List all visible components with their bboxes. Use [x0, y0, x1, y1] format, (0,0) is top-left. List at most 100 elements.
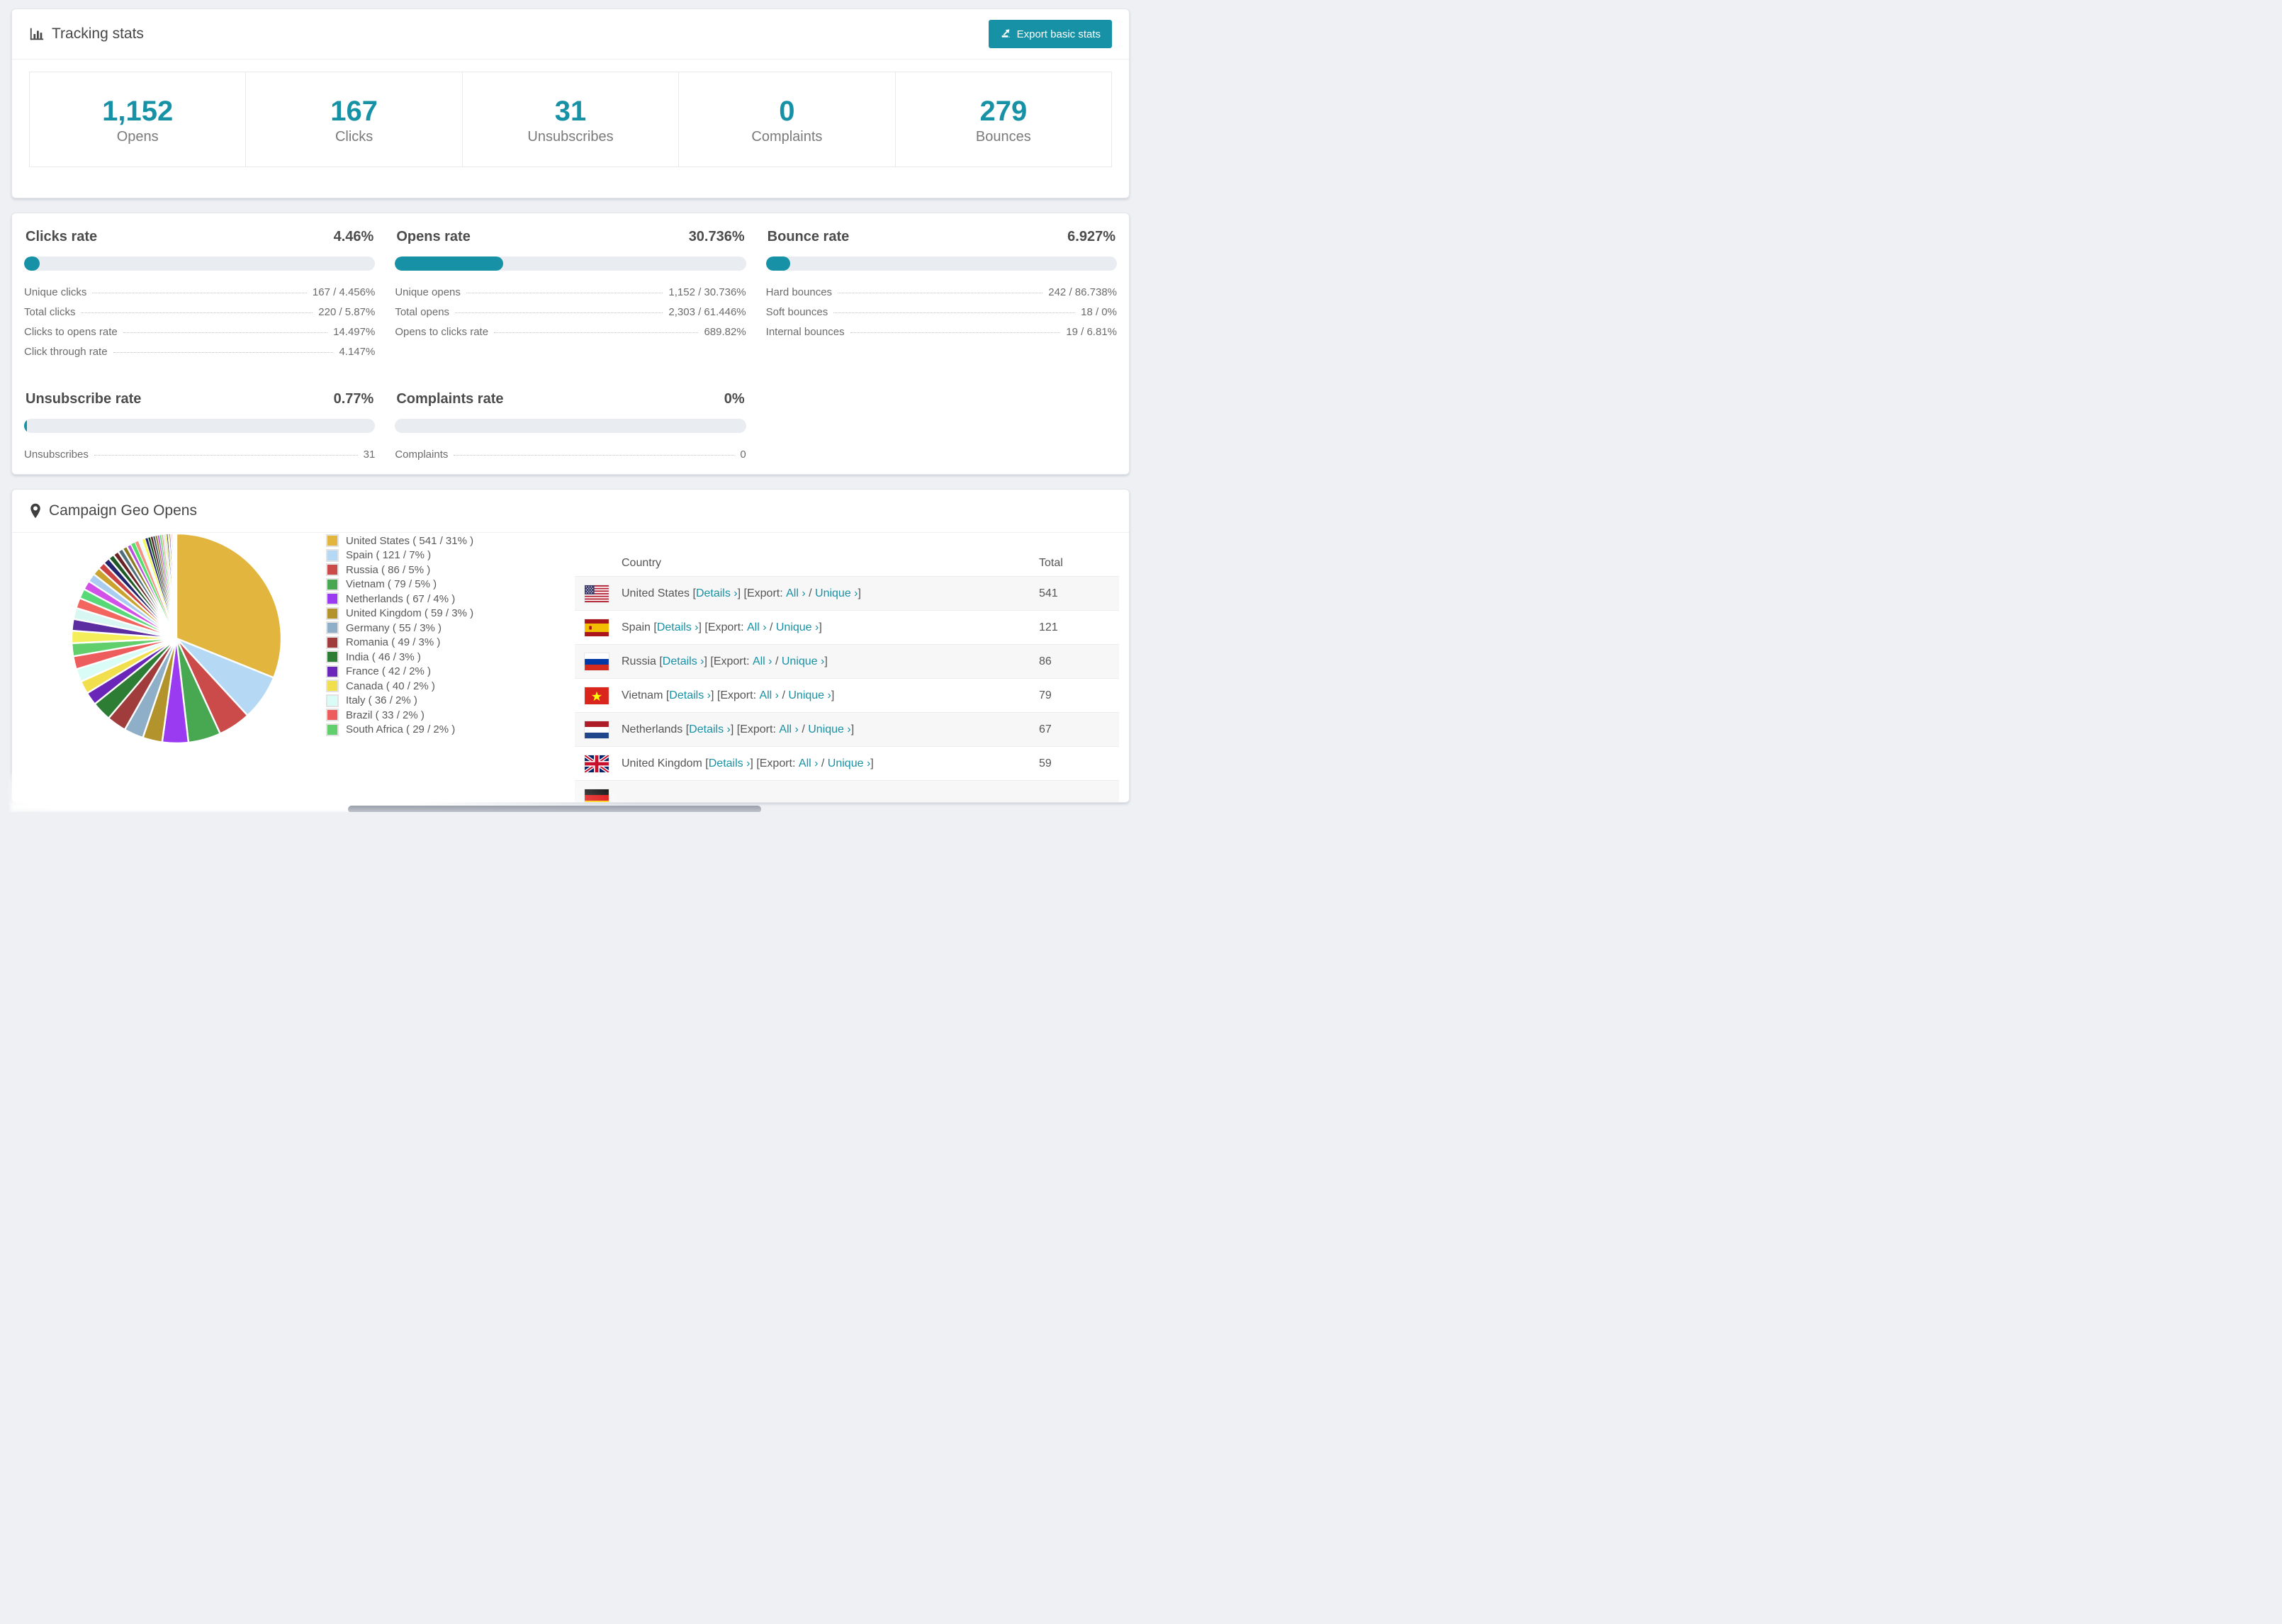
export-unique-link-vietnam[interactable]: Unique › [788, 689, 831, 702]
rate-row-label-clicks-to-opens-rate: Clicks to opens rate [24, 326, 118, 338]
geo-content: United States ( 541 / 31% ) Spain ( 121 /… [12, 532, 1129, 802]
stat-card-unsubscribes: 31 Unsubscribes [462, 72, 680, 167]
bracket-close: ] [831, 689, 835, 701]
export-unique-link-united-states[interactable]: Unique › [815, 587, 858, 600]
bracket-open: [ [702, 757, 709, 769]
rate-row-total-clicks: Total clicks 220 / 5.87% [24, 306, 375, 326]
export-unique-link-russia[interactable]: Unique › [782, 655, 824, 668]
export-all-link-united-states[interactable]: All › [786, 587, 806, 600]
details-link-netherlands[interactable]: Details › [689, 723, 731, 736]
rate-row-value-total-clicks: 220 / 5.87% [318, 306, 376, 318]
rate-row-label-internal-bounces: Internal bounces [765, 326, 845, 338]
stat-card-opens: 1,152 Opens [30, 72, 247, 167]
dotted-leader [494, 332, 699, 333]
flag-icon-us [585, 585, 609, 602]
export-unique-link-netherlands[interactable]: Unique › [808, 723, 850, 736]
bracket-close: ] [824, 655, 828, 667]
export-basic-stats-button[interactable]: Export basic stats [988, 20, 1112, 48]
export-basic-stats-label: Export basic stats [1016, 28, 1101, 40]
export-all-link-vietnam[interactable]: All › [759, 689, 779, 702]
stat-card-clicks: 167 Clicks [246, 72, 463, 167]
progress-fill-opens-rate [395, 256, 503, 271]
rate-row-label-total-opens: Total opens [395, 306, 450, 318]
rate-row-label-opens-to-clicks-rate: Opens to clicks rate [395, 326, 489, 338]
legend-item-united-states: United States ( 541 / 31% ) [326, 534, 473, 548]
progress-track-bounce-rate [765, 256, 1117, 271]
link-separator: / [805, 587, 816, 599]
export-all-link-spain[interactable]: All › [747, 621, 767, 634]
details-link-united-states[interactable]: Details › [696, 587, 738, 600]
bracket-close: ] [858, 587, 861, 599]
rate-row-value-unique-opens: 1,152 / 30.736% [668, 286, 746, 298]
rate-row-value-total-opens: 2,303 / 61.446% [668, 306, 746, 318]
rate-row-unique-opens: Unique opens 1,152 / 30.736% [395, 286, 746, 306]
table-row-netherlands: Netherlands [Details ›] [Export: All › /… [575, 712, 1119, 746]
geo-pie-chart [70, 532, 283, 745]
stat-value-unsubscribes: 31 [554, 96, 587, 127]
rate-rows-opens-rate: Unique opens 1,152 / 30.736% Total opens 2,… [395, 286, 746, 346]
legend-label-united-states: United States ( 541 / 31% ) [346, 534, 474, 547]
dotted-leader [123, 332, 328, 333]
export-prefix: ] [Export: [730, 723, 780, 735]
legend-item-spain: Spain ( 121 / 7% ) [326, 548, 473, 563]
export-prefix: ] [Export: [750, 757, 799, 769]
dotted-leader [113, 352, 334, 353]
horizontal-scrollbar-thumb[interactable] [348, 806, 761, 812]
rate-title-clicks-rate: Clicks rate [26, 229, 98, 244]
legend-item-russia: Russia ( 86 / 5% ) [326, 563, 473, 577]
legend-swatch-united-states [326, 534, 339, 548]
legend-label-brazil: Brazil ( 33 / 2% ) [346, 709, 425, 721]
tracking-stats-title: Tracking stats [29, 26, 144, 43]
bar-chart-icon [29, 26, 45, 42]
export-unique-link-united-kingdom[interactable]: Unique › [828, 757, 870, 770]
details-link-spain[interactable]: Details › [657, 621, 699, 634]
export-icon [1000, 27, 1011, 41]
legend-label-canada: Canada ( 40 / 2% ) [346, 680, 435, 692]
export-all-link-united-kingdom[interactable]: All › [799, 757, 819, 770]
dashboard-page: Tracking stats Export basic stats 1,152 O… [0, 0, 1141, 812]
geo-table-header: Country Total [575, 550, 1119, 576]
legend-label-germany: Germany ( 55 / 3% ) [346, 621, 442, 634]
total-value-united-kingdom: 59 [1039, 757, 1052, 769]
export-unique-link-spain[interactable]: Unique › [776, 621, 819, 634]
rate-row-value-hard-bounces: 242 / 86.738% [1048, 286, 1117, 298]
rate-block-unsubscribe-rate: Unsubscribe rate 0.77% Unsubscribes 31 [24, 391, 376, 468]
legend-swatch-vietnam [326, 577, 339, 591]
dotted-leader [454, 455, 735, 456]
header-divider [12, 59, 1129, 60]
rate-row-unsubscribes: Unsubscribes 31 [24, 449, 375, 468]
rate-value-bounce-rate: 6.927% [1067, 229, 1115, 244]
details-link-united-kingdom[interactable]: Details › [709, 757, 751, 770]
rate-block-opens-rate: Opens rate 30.736% Unique opens 1,152 / 30.… [395, 229, 746, 366]
export-all-link-russia[interactable]: All › [753, 655, 772, 668]
geo-table-rows: United States [Details ›] [Export: All ›… [575, 576, 1119, 802]
stat-label-clicks: Clicks [335, 129, 373, 145]
legend-item-india: India ( 46 / 3% ) [326, 650, 473, 665]
country-name: United States [622, 587, 690, 599]
total-value-united-states: 541 [1039, 587, 1058, 599]
bracket-open: [ [656, 655, 663, 667]
export-all-link-netherlands[interactable]: All › [779, 723, 799, 736]
details-link-russia[interactable]: Details › [663, 655, 704, 668]
bracket-close: ] [819, 621, 822, 633]
rate-row-label-unique-clicks: Unique clicks [24, 286, 87, 298]
progress-track-opens-rate [395, 256, 746, 271]
details-link-vietnam[interactable]: Details › [669, 689, 711, 702]
table-row-spain: Spain [Details ›] [Export: All › / Uniqu… [575, 610, 1119, 644]
country-name: Vietnam [622, 689, 663, 701]
dotted-leader [850, 332, 1061, 333]
flag-icon-es [585, 619, 609, 636]
progress-track-unsubscribe-rate [24, 419, 376, 433]
rate-row-complaints: Complaints 0 [395, 449, 746, 468]
legend-swatch-south-africa [326, 723, 339, 736]
legend-label-romania: Romania ( 49 / 3% ) [346, 636, 441, 649]
rate-row-hard-bounces: Hard bounces 242 / 86.738% [766, 286, 1117, 306]
rate-head-clicks-rate: Clicks rate 4.46% [24, 229, 375, 245]
tracking-stats-card: Tracking stats Export basic stats 1,152 O… [11, 9, 1130, 198]
flag-icon-ru [585, 653, 609, 670]
dotted-leader [94, 455, 358, 456]
flag-icon-nl [585, 721, 609, 738]
link-separator: / [772, 655, 782, 667]
legend-swatch-spain [326, 548, 339, 562]
export-prefix: ] [Export: [710, 689, 760, 701]
